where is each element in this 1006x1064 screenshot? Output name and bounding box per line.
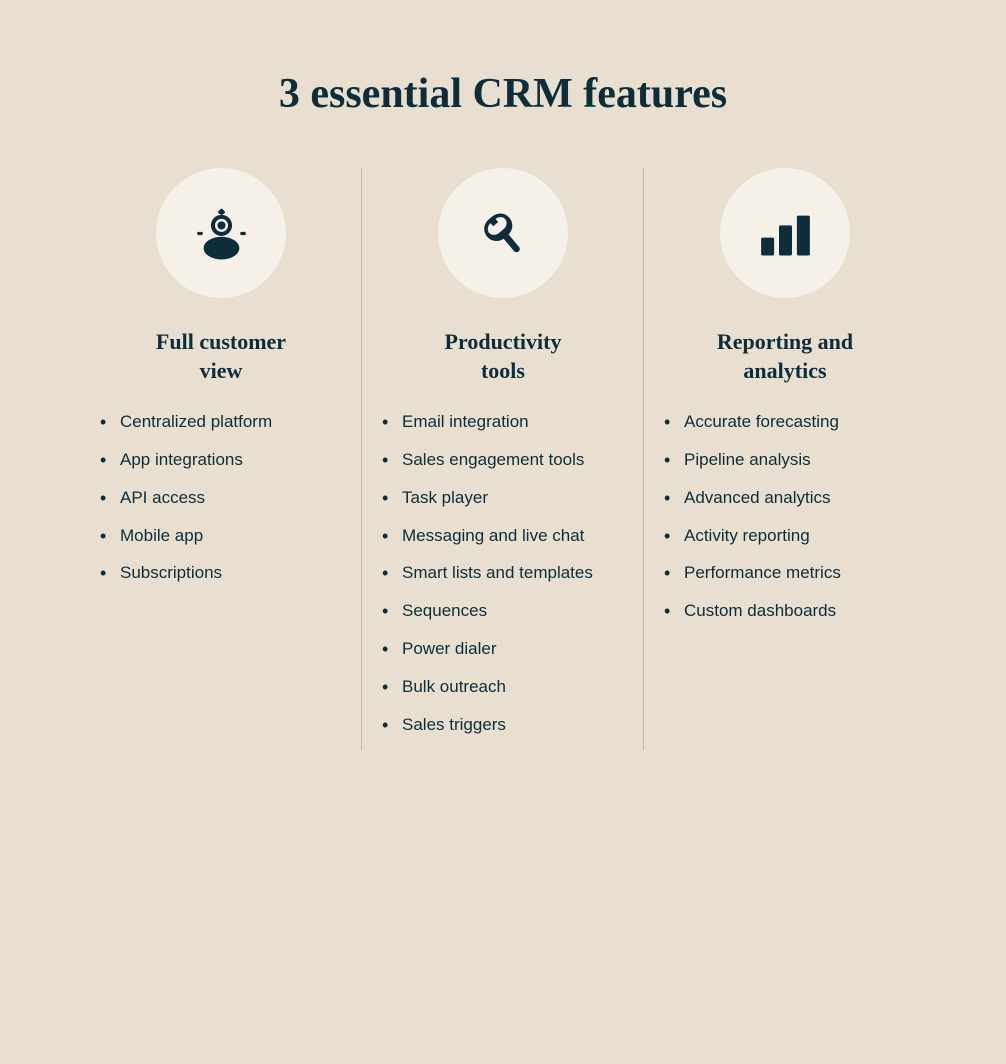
list-item: Pipeline analysis: [664, 448, 906, 472]
person-icon-circle: [156, 168, 286, 298]
list-item: Task player: [382, 486, 624, 510]
list-item: Email integration: [382, 410, 624, 434]
list-item: Advanced analytics: [664, 486, 906, 510]
chart-icon-circle: [720, 168, 850, 298]
column-1-list: Centralized platform App integrations AP…: [100, 410, 342, 599]
list-item: Sales engagement tools: [382, 448, 624, 472]
column-productivity-tools: Productivitytools Email integration Sale…: [362, 168, 644, 750]
column-3-title: Reporting andanalytics: [717, 328, 853, 385]
wrench-icon-circle: [438, 168, 568, 298]
column-2-title: Productivitytools: [445, 328, 562, 385]
column-reporting-analytics: Reporting andanalytics Accurate forecast…: [644, 168, 926, 750]
list-item: Messaging and live chat: [382, 524, 624, 548]
person-icon: [189, 201, 254, 266]
column-3-list: Accurate forecasting Pipeline analysis A…: [664, 410, 906, 637]
columns-container: Full customerview Centralized platform A…: [80, 168, 926, 750]
column-2-list: Email integration Sales engagement tools…: [382, 410, 624, 750]
list-item: Bulk outreach: [382, 675, 624, 699]
column-1-title: Full customerview: [156, 328, 286, 385]
list-item: App integrations: [100, 448, 342, 472]
main-container: 3 essential CRM features: [20, 20, 986, 1044]
list-item: Activity reporting: [664, 524, 906, 548]
list-item: Performance metrics: [664, 561, 906, 585]
list-item: Power dialer: [382, 637, 624, 661]
list-item: Accurate forecasting: [664, 410, 906, 434]
chart-icon: [753, 201, 818, 266]
wrench-icon: [471, 201, 536, 266]
page-title: 3 essential CRM features: [279, 70, 727, 118]
list-item: Sales triggers: [382, 713, 624, 737]
list-item: Smart lists and templates: [382, 561, 624, 585]
list-item: Sequences: [382, 599, 624, 623]
list-item: Subscriptions: [100, 561, 342, 585]
list-item: Custom dashboards: [664, 599, 906, 623]
list-item: Centralized platform: [100, 410, 342, 434]
list-item: API access: [100, 486, 342, 510]
list-item: Mobile app: [100, 524, 342, 548]
column-full-customer-view: Full customerview Centralized platform A…: [80, 168, 362, 750]
